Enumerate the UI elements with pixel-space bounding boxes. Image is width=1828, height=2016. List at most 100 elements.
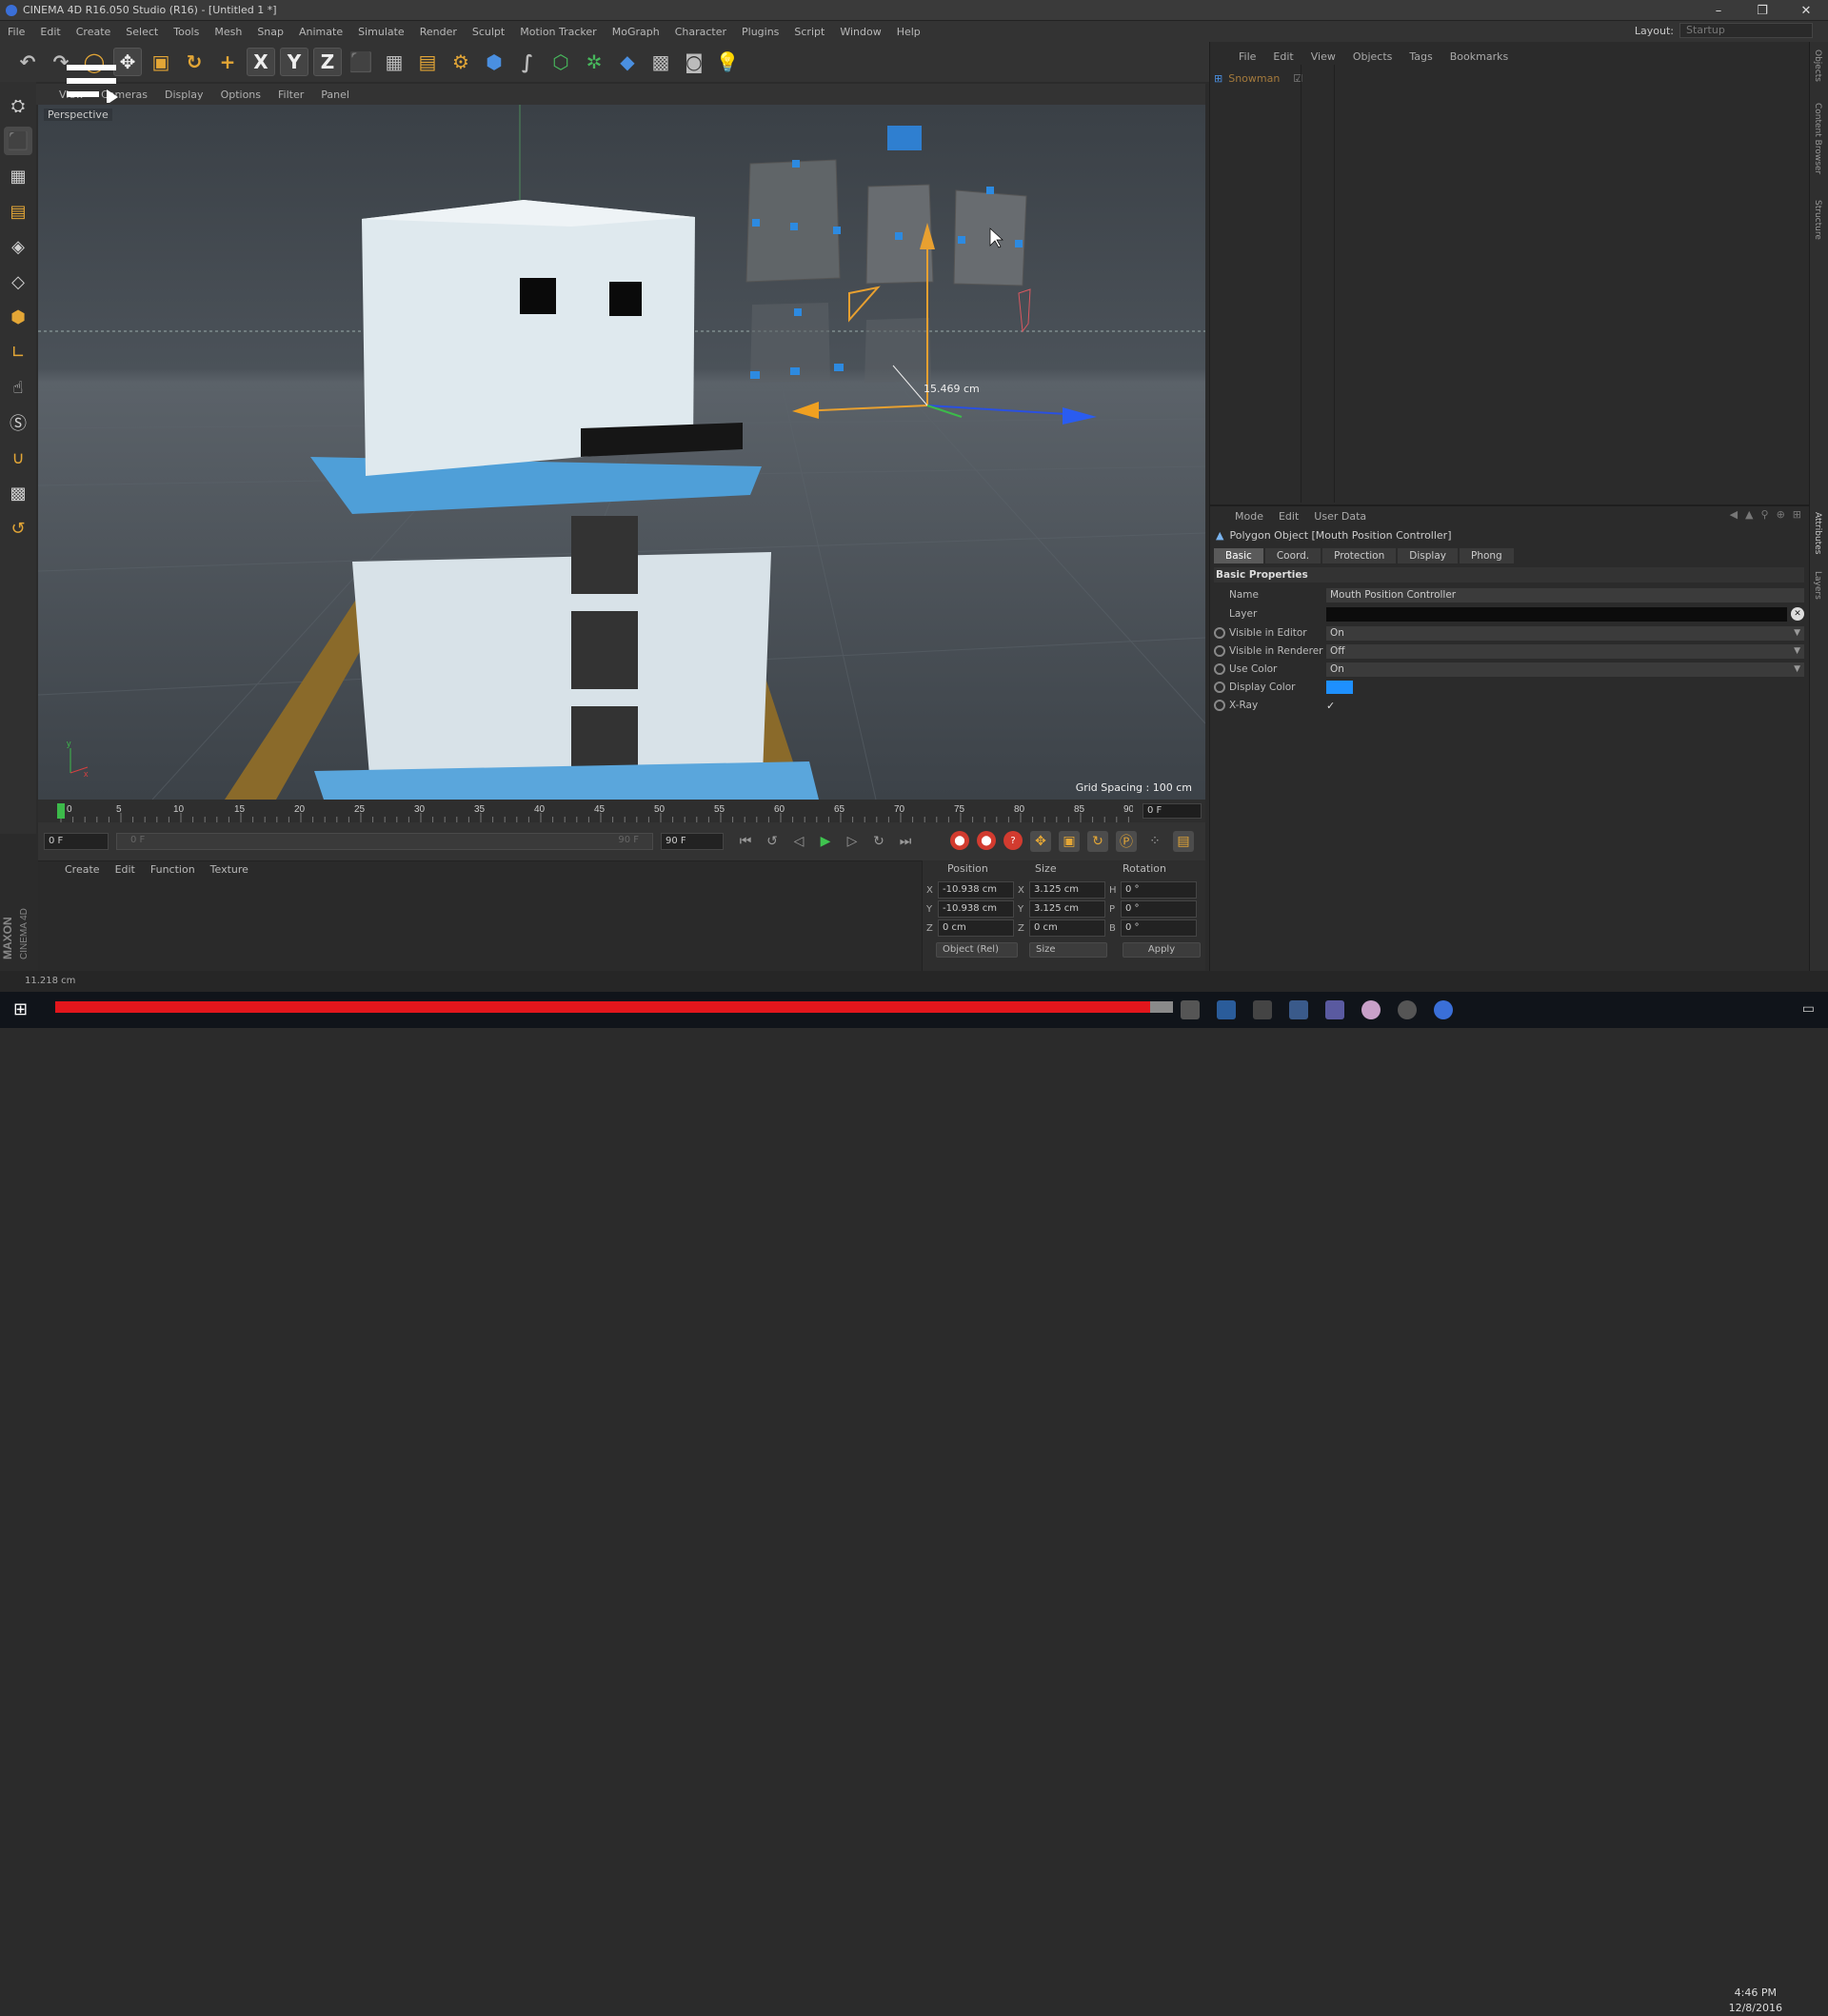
viewport-menu-options[interactable]: Options	[221, 89, 261, 101]
snowman-model[interactable]	[225, 200, 819, 800]
next-frame-icon[interactable]: ▷	[842, 831, 863, 852]
z-axis-lock-button[interactable]: Z	[313, 48, 342, 76]
size-y-field[interactable]: 3.125 cm	[1029, 900, 1105, 918]
keyframe-selection-icon[interactable]: ?	[1003, 831, 1023, 850]
video-progress-bar[interactable]	[55, 1001, 1150, 1013]
use-color-dropdown[interactable]: On ▼	[1326, 662, 1804, 677]
layout-dropdown[interactable]: Startup	[1679, 23, 1813, 38]
side-tab-structure[interactable]: Structure	[1813, 200, 1822, 240]
visible-in-editor-dropdown[interactable]: On ▼	[1326, 625, 1804, 641]
app-icon[interactable]	[1181, 1000, 1200, 1019]
position-x-field[interactable]: -10.938 cm	[938, 881, 1014, 899]
cube-primitive-icon[interactable]: ⬢	[480, 48, 508, 76]
spline-pen-icon[interactable]: ∫	[513, 48, 542, 76]
texture-mode-icon[interactable]: ▦	[4, 162, 32, 190]
viewport-menu-display[interactable]: Display	[165, 89, 204, 101]
menu-file[interactable]: File	[8, 26, 25, 38]
model-mode-icon[interactable]: ⬛	[4, 127, 32, 155]
current-frame-field[interactable]: 0 F	[1142, 803, 1202, 819]
close-button[interactable]: ✕	[1784, 0, 1828, 21]
tweak-mode-icon[interactable]: ☝	[4, 373, 32, 402]
material-menu-edit[interactable]: Edit	[115, 863, 135, 876]
menu-snap[interactable]: Snap	[257, 26, 284, 38]
name-field[interactable]: Mouth Position Controller	[1326, 587, 1804, 603]
edit-render-settings-icon[interactable]: ⚙	[447, 48, 475, 76]
search-icon[interactable]: ⚲	[1761, 508, 1769, 521]
layer-clear-icon[interactable]: ✕	[1791, 607, 1804, 621]
animate-dot-icon[interactable]	[1214, 663, 1225, 675]
add-tool-icon[interactable]: +	[213, 48, 242, 76]
animate-dot-icon[interactable]	[1214, 645, 1225, 657]
perspective-viewport[interactable]: y x Perspective 15.469 cm Grid Spacing :…	[38, 105, 1205, 800]
rotation-b-field[interactable]: 0 °	[1121, 919, 1197, 937]
attr-menu-edit[interactable]: Edit	[1279, 510, 1299, 523]
animate-dot-icon[interactable]	[1214, 627, 1225, 639]
objects-menu-objects[interactable]: Objects	[1353, 50, 1393, 63]
object-row-snowman[interactable]: ⊞ Snowman ☑	[1214, 70, 1804, 86]
display-color-swatch[interactable]	[1326, 681, 1353, 694]
playlist-menu-icon[interactable]	[67, 61, 118, 103]
back-arrow-icon[interactable]: ◀	[1730, 508, 1738, 521]
y-axis-lock-button[interactable]: Y	[280, 48, 308, 76]
rotate-tool-icon[interactable]: ↻	[180, 48, 209, 76]
scale-tool-icon[interactable]: ▣	[147, 48, 175, 76]
menu-mograph[interactable]: MoGraph	[612, 26, 660, 38]
start-frame-field[interactable]: 0 F	[44, 833, 109, 850]
app-icon[interactable]	[1434, 1000, 1453, 1019]
render-picture-viewer-icon[interactable]: ▤	[413, 48, 442, 76]
tab-protection[interactable]: Protection	[1322, 548, 1397, 563]
tab-phong[interactable]: Phong	[1459, 548, 1514, 563]
floor-scene-icon[interactable]: ▩	[646, 48, 675, 76]
attr-menu-mode[interactable]: Mode	[1235, 510, 1263, 523]
minimize-button[interactable]: –	[1697, 0, 1740, 21]
apply-button[interactable]: Apply	[1123, 942, 1201, 958]
coordinate-mode-dropdown[interactable]: Object (Rel)	[936, 942, 1018, 958]
go-to-end-icon[interactable]: ⏭	[895, 831, 916, 852]
menu-script[interactable]: Script	[794, 26, 825, 38]
axis-mode-icon[interactable]: ∟	[4, 338, 32, 366]
menu-plugins[interactable]: Plugins	[742, 26, 779, 38]
notification-icon[interactable]: ▭	[1802, 1001, 1815, 1017]
objects-menu-bookmarks[interactable]: Bookmarks	[1450, 50, 1508, 63]
app-icon[interactable]	[1398, 1000, 1417, 1019]
polygons-mode-icon[interactable]: ⬢	[4, 303, 32, 331]
record-scale-icon[interactable]: ▣	[1059, 831, 1080, 852]
menu-sculpt[interactable]: Sculpt	[472, 26, 505, 38]
lock-icon[interactable]: ⊕	[1777, 508, 1785, 521]
objects-menu-edit[interactable]: Edit	[1273, 50, 1293, 63]
app-icon[interactable]	[1289, 1000, 1308, 1019]
app-icon[interactable]	[1217, 1000, 1236, 1019]
record-active-objects-icon[interactable]: ⬤	[950, 831, 969, 850]
menu-motion-tracker[interactable]: Motion Tracker	[520, 26, 596, 38]
menu-simulate[interactable]: Simulate	[358, 26, 405, 38]
go-to-start-icon[interactable]: ⏮	[735, 831, 756, 852]
size-z-field[interactable]: 0 cm	[1029, 919, 1105, 937]
rotation-h-field[interactable]: 0 °	[1121, 881, 1197, 899]
workplane-icon[interactable]: ▤	[4, 197, 32, 226]
render-view-icon[interactable]: ▦	[380, 48, 408, 76]
coordinate-system-icon[interactable]: ⬛	[347, 48, 375, 76]
side-tab-objects[interactable]: Objects	[1813, 49, 1822, 82]
make-editable-icon[interactable]: ⛭	[4, 91, 32, 120]
previous-frame-icon[interactable]: ◁	[788, 831, 809, 852]
scheme-settings-icon[interactable]: ▤	[1173, 831, 1194, 852]
snapping-icon[interactable]: Ⓢ	[4, 408, 32, 437]
material-menu-texture[interactable]: Texture	[210, 863, 248, 876]
side-tab-content-browser[interactable]: Content Browser	[1813, 103, 1822, 174]
object-name[interactable]: Snowman	[1228, 72, 1280, 85]
position-z-field[interactable]: 0 cm	[938, 919, 1014, 937]
subdivision-surface-icon[interactable]: ⬡	[546, 48, 575, 76]
viewport-menu-panel[interactable]: Panel	[321, 89, 349, 101]
workplane-lock-icon[interactable]: ▩	[4, 479, 32, 507]
animate-dot-icon[interactable]	[1214, 682, 1225, 693]
app-icon[interactable]	[1253, 1000, 1272, 1019]
points-mode-icon[interactable]: ◈	[4, 232, 32, 261]
camera-icon[interactable]: ◙	[680, 48, 708, 76]
system-clock[interactable]: 4:46 PM 12/8/2016	[1729, 1986, 1782, 2016]
menu-help[interactable]: Help	[897, 26, 921, 38]
menu-tools[interactable]: Tools	[173, 26, 199, 38]
menu-edit[interactable]: Edit	[40, 26, 60, 38]
play-forward-icon[interactable]: ▶	[815, 831, 836, 852]
menu-select[interactable]: Select	[126, 26, 158, 38]
material-menu-create[interactable]: Create	[65, 863, 100, 876]
